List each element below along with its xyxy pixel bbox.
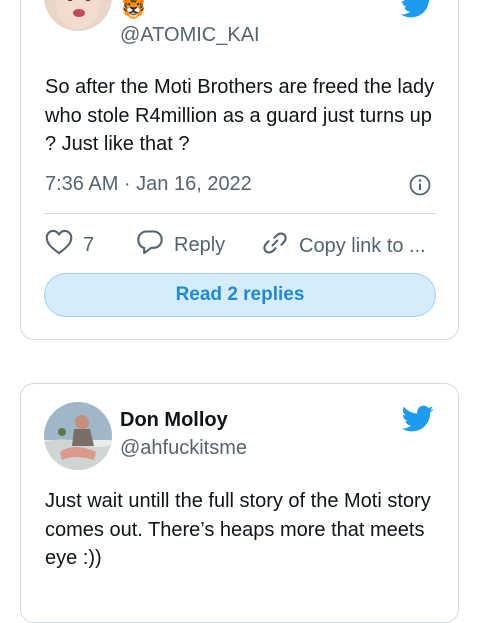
divider — [44, 213, 436, 214]
reply-label: Reply — [174, 233, 226, 256]
reply-button[interactable]: Reply — [136, 229, 225, 261]
tweet-text: Just wait untill the full story of the M… — [45, 490, 431, 569]
emoji: 🐯 — [121, 0, 146, 20]
like-count: 7 — [83, 233, 95, 256]
avatar[interactable] — [44, 0, 112, 31]
timestamp[interactable]: 7:36 AM · Jan 16, 2022 — [45, 173, 252, 196]
avatar[interactable] — [44, 402, 112, 470]
copy-link-label: Copy link to ... — [299, 234, 426, 257]
heart-icon — [45, 229, 73, 261]
display-name[interactable]: Don Molloy — [120, 409, 228, 432]
twitter-bird-icon[interactable] — [402, 405, 434, 433]
read-replies-button[interactable]: Read 2 replies — [44, 273, 436, 317]
tweet-card: Don Molloy @ahfuckitsme Just wait untill… — [20, 383, 459, 623]
user-handle[interactable]: @ATOMIC_KAI — [120, 24, 260, 47]
user-handle[interactable]: @ahfuckitsme — [120, 437, 247, 460]
tweet-text: So after the Moti Brothers are freed the… — [45, 76, 435, 155]
reply-bubble-icon — [136, 229, 164, 261]
like-button[interactable]: 7 — [45, 229, 94, 261]
twitter-bird-icon[interactable] — [401, 0, 433, 19]
link-icon — [261, 229, 289, 263]
info-icon[interactable] — [409, 174, 431, 196]
copy-link-button[interactable]: Copy link to ... — [261, 229, 426, 263]
tweet-card: 🐯 @ATOMIC_KAI So after the Moti Brothers… — [20, 0, 459, 340]
